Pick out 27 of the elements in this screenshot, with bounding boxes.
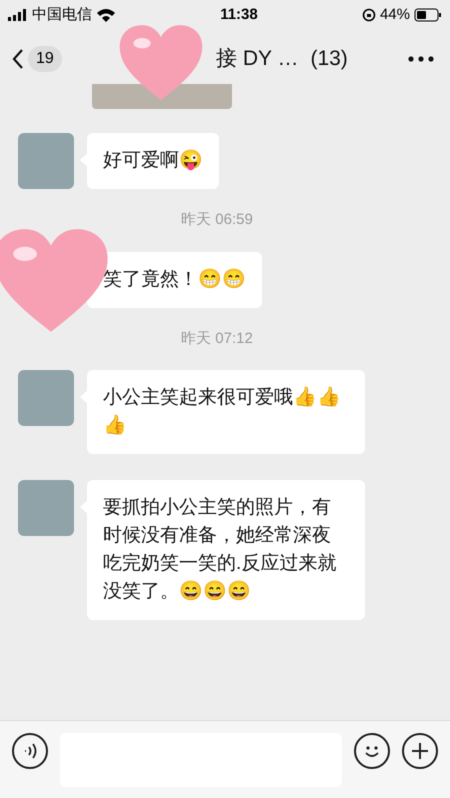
voice-icon <box>23 743 37 759</box>
add-button[interactable] <box>402 733 438 769</box>
avatar[interactable] <box>18 133 74 189</box>
message-bubble: 好可爱啊😜 <box>87 133 219 189</box>
signal-icon <box>8 9 28 21</box>
timestamp: 昨天 07:12 <box>181 328 253 348</box>
back-button[interactable]: 19 <box>12 46 62 72</box>
timestamp: 昨天 06:59 <box>181 210 253 230</box>
battery-icon <box>414 8 442 22</box>
avatar[interactable] <box>18 370 74 426</box>
message-bubble: 小公主笑起来很可爱哦👍👍👍 <box>87 370 365 454</box>
clock-time: 11:38 <box>220 4 258 25</box>
photo-placeholder[interactable] <box>92 84 232 109</box>
back-icon <box>12 48 24 70</box>
chat-title: 接 DY … <box>216 46 298 72</box>
unread-count: 19 <box>28 46 62 72</box>
rotation-lock-icon <box>362 8 376 22</box>
member-count: (13) <box>310 46 348 72</box>
battery-percent: 44% <box>380 4 410 25</box>
carrier-name: 中国电信 <box>32 4 92 25</box>
wifi-icon <box>96 8 116 22</box>
message-bubble: 要抓拍小公主笑的照片，有时候没有准备，她经常深夜吃完奶笑一笑的.反应过来就没笑了。😄😄😄 <box>87 480 365 620</box>
more-icon <box>408 56 434 62</box>
plus-icon <box>410 741 430 761</box>
emoji-button[interactable] <box>354 733 390 769</box>
voice-button[interactable] <box>12 733 48 769</box>
avatar[interactable] <box>18 480 74 536</box>
